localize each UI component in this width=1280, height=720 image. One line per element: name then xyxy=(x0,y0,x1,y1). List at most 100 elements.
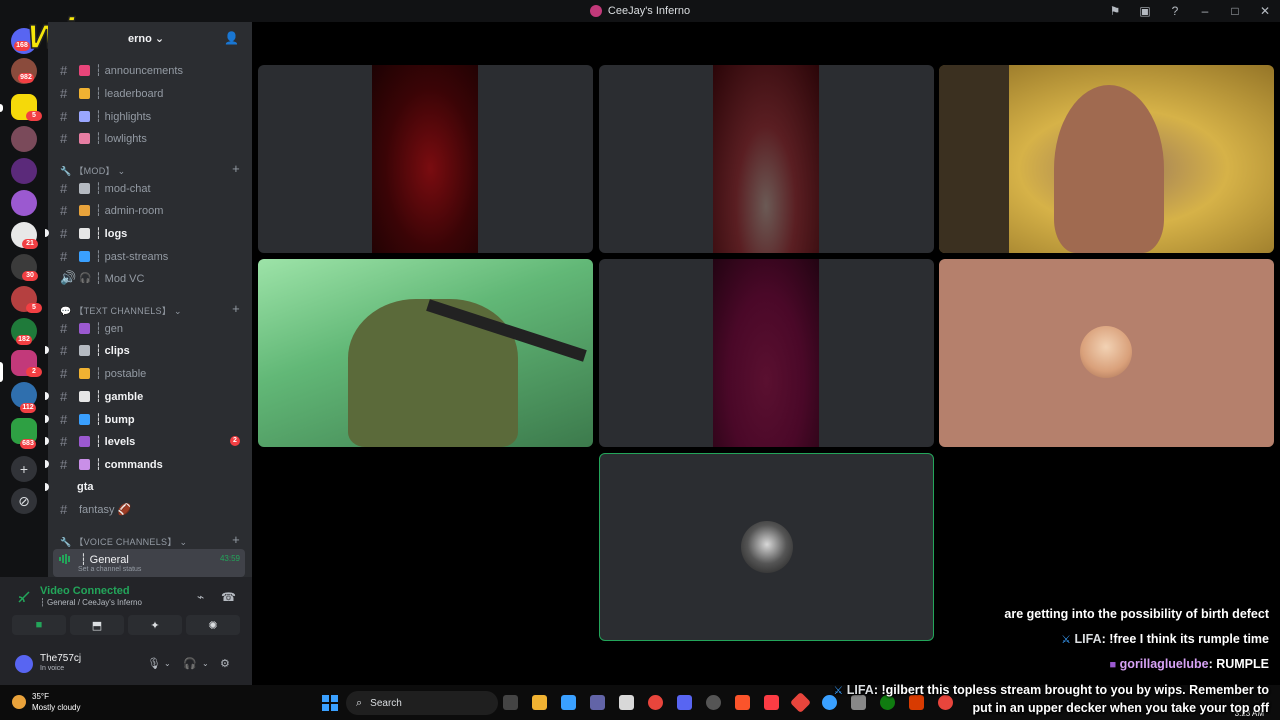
copilot-icon[interactable] xyxy=(561,695,576,710)
add-server-icon[interactable]: + xyxy=(11,456,37,482)
edge-icon[interactable] xyxy=(822,695,837,710)
voice-channel-general[interactable]: ┆ General 43:59 Set a channel status xyxy=(53,549,245,577)
video-tile-2[interactable] xyxy=(599,65,934,253)
channel-past-streams[interactable]: # ┆ past-streams xyxy=(48,246,252,266)
help-icon[interactable]: ? xyxy=(1160,0,1190,22)
gear-icon[interactable]: ⚙ xyxy=(220,657,230,670)
share-screen-button[interactable]: ⬒ xyxy=(70,615,124,635)
weather-text: 35°F Mostly cloudy xyxy=(32,692,81,712)
server-icon-4[interactable] xyxy=(11,158,37,184)
maximize-button[interactable]: □ xyxy=(1220,0,1250,22)
channel-gta[interactable]: gta xyxy=(45,477,252,497)
music-icon[interactable] xyxy=(764,695,779,710)
channel-bump[interactable]: # ┆ bump xyxy=(45,409,252,429)
channel-gen[interactable]: # ┆ gen xyxy=(48,318,252,338)
channel-label: ┆ Mod VC xyxy=(95,272,145,285)
video-tile-6[interactable] xyxy=(939,259,1274,447)
hash-icon: # xyxy=(60,433,68,449)
start-button[interactable] xyxy=(322,695,338,711)
steam-icon[interactable] xyxy=(706,695,721,710)
task-view-icon[interactable] xyxy=(503,695,518,710)
channel-announcements[interactable]: # ┆ announcements xyxy=(48,60,252,80)
noise-suppression-icon[interactable]: ⌁ xyxy=(197,590,211,604)
taskbar-search[interactable]: ⌕ Search xyxy=(346,691,498,715)
chat-message: put in an upper decker when you take you… xyxy=(972,701,1269,715)
brave-icon[interactable] xyxy=(735,695,750,710)
channel-status-input[interactable]: Set a channel status xyxy=(78,566,141,573)
server-icon-5[interactable] xyxy=(11,190,37,216)
avatar[interactable] xyxy=(15,655,33,673)
channel-gamble[interactable]: # ┆ gamble xyxy=(45,386,252,406)
server-header[interactable]: erno ⌄ 👤 xyxy=(48,22,252,54)
store-icon[interactable] xyxy=(619,695,634,710)
channel-mod-vc[interactable]: 🔊 🎧 ┆ Mod VC xyxy=(48,268,252,288)
video-tile-4[interactable] xyxy=(258,259,593,447)
discover-icon[interactable]: ⊘ xyxy=(11,488,37,514)
activities-button[interactable]: ✦ xyxy=(128,615,182,635)
channel-levels[interactable]: # ┆ levels 2 xyxy=(45,431,252,451)
camera-icon: ■ xyxy=(35,619,43,631)
create-channel-icon[interactable]: + xyxy=(232,532,240,547)
channel-commands[interactable]: # ┆ commands xyxy=(45,454,252,474)
desktop: CeeJay's Inferno ⚑ ▣ ? – □ ✕ 168 982 5 2… xyxy=(0,0,1280,720)
chevron-down-icon[interactable]: ⌄ xyxy=(202,659,209,668)
server-badge-8: 112 xyxy=(20,403,36,413)
office-icon[interactable] xyxy=(909,695,924,710)
video-tile-5[interactable] xyxy=(599,259,934,447)
category-voice-channels[interactable]: 🔧 【VOICE CHANNELS】 ⌄ + xyxy=(48,532,252,548)
video-person xyxy=(1054,85,1164,253)
avatar xyxy=(1080,326,1132,378)
video-tile-7-speaking[interactable] xyxy=(599,453,934,641)
app-icon[interactable] xyxy=(789,691,812,714)
channel-leaderboard[interactable]: # ┆ leaderboard xyxy=(48,83,252,103)
record-icon[interactable] xyxy=(938,695,953,710)
screen-icon[interactable]: ▣ xyxy=(1130,0,1160,22)
chrome-icon[interactable] xyxy=(648,695,663,710)
channel-mod-chat[interactable]: # ┆ mod-chat xyxy=(48,178,252,198)
category-label: 🔧 【VOICE CHANNELS】 ⌄ xyxy=(60,537,188,547)
channel-label: ┆ admin-room xyxy=(95,204,164,217)
minimize-button[interactable]: – xyxy=(1190,0,1220,22)
emoji-icon xyxy=(79,322,90,334)
connection-state: Video Connected xyxy=(40,585,130,597)
category-mod[interactable]: 🔧 【MOD】 ⌄ + xyxy=(48,161,252,177)
video-tile-1[interactable] xyxy=(258,65,593,253)
create-channel-icon[interactable]: + xyxy=(232,301,240,316)
channel-label: ┆ mod-chat xyxy=(95,182,151,195)
channel-admin-room[interactable]: # ┆ admin-room xyxy=(48,200,252,220)
weather-icon xyxy=(12,695,26,709)
channel-label: ┆ gen xyxy=(95,322,124,335)
channel-clips[interactable]: # ┆ clips xyxy=(45,340,252,360)
mail-icon[interactable] xyxy=(851,695,866,710)
invite-people-icon[interactable]: 👤 xyxy=(224,31,239,45)
teams-icon[interactable] xyxy=(590,695,605,710)
close-button[interactable]: ✕ xyxy=(1250,0,1280,22)
server-icon-3[interactable] xyxy=(11,126,37,152)
discord-icon[interactable] xyxy=(677,695,692,710)
camera-button[interactable]: ■ xyxy=(12,615,66,635)
chat-text: are getting into the possibility of birt… xyxy=(1004,607,1269,621)
inbox-icon[interactable]: ⚑ xyxy=(1100,0,1130,22)
disconnect-icon[interactable]: ☎ xyxy=(221,590,236,604)
category-text-channels[interactable]: 💬 【TEXT CHANNELS】 ⌄ + xyxy=(48,301,252,317)
chat-text: : !gilbert this topless stream brought t… xyxy=(873,683,1269,697)
channel-highlights[interactable]: # ┆ highlights xyxy=(48,106,252,126)
create-channel-icon[interactable]: + xyxy=(232,161,240,176)
channel-logs[interactable]: # ┆ logs xyxy=(45,223,252,243)
channel-postable[interactable]: # ┆ postable xyxy=(48,363,252,383)
soundboard-button[interactable]: ✺ xyxy=(186,615,240,635)
microphone-icon[interactable]: 🎙 xyxy=(147,657,161,670)
channel-label: ┆ leaderboard xyxy=(95,87,164,100)
video-tile-3[interactable] xyxy=(939,65,1274,253)
file-explorer-icon[interactable] xyxy=(532,695,547,710)
hash-icon: # xyxy=(60,225,68,241)
weather-widget[interactable]: 35°F Mostly cloudy xyxy=(12,691,80,713)
video-feed xyxy=(713,65,819,253)
xbox-icon[interactable] xyxy=(880,695,895,710)
channel-lowlights[interactable]: # ┆ lowlights xyxy=(48,128,252,148)
headphones-icon[interactable]: 🎧 xyxy=(183,657,197,670)
screen-share-icon: ⬒ xyxy=(91,619,103,632)
chevron-down-icon[interactable]: ⌄ xyxy=(164,659,171,668)
channel-fantasy[interactable]: # fantasy 🏈 xyxy=(48,499,252,519)
connection-location[interactable]: ┆ General / CeeJay's Inferno xyxy=(40,598,142,607)
